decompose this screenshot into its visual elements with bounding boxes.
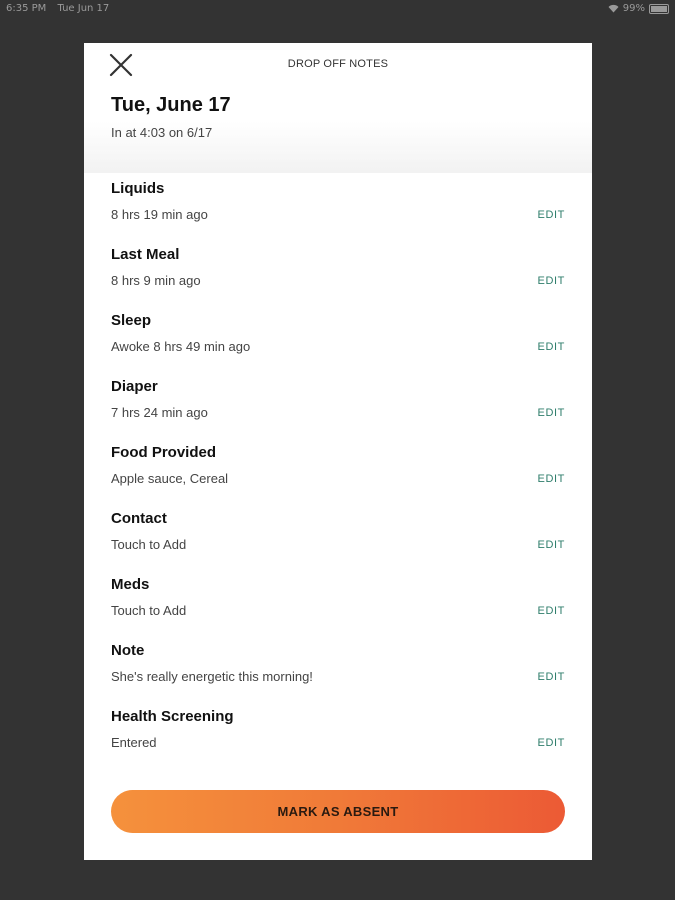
edit-button[interactable]: EDIT: [538, 473, 565, 485]
wifi-icon: [608, 4, 619, 13]
modal-title: DROP OFF NOTES: [287, 58, 389, 70]
modal-header: DROP OFF NOTES Tue, June 17 In at 4:03 o…: [84, 43, 592, 173]
row-value: Awoke 8 hrs 49 min ago: [111, 339, 251, 354]
row-title: Meds: [111, 576, 150, 593]
row-title: Note: [111, 642, 145, 659]
row-value: 8 hrs 19 min ago: [111, 207, 208, 222]
date-heading: Tue, June 17: [111, 94, 231, 116]
edit-button[interactable]: EDIT: [538, 341, 565, 353]
row-value: She's really energetic this morning!: [111, 669, 313, 684]
status-date: Tue Jun 17: [57, 3, 110, 14]
checkin-time: In at 4:03 on 6/17: [111, 125, 213, 140]
edit-button[interactable]: EDIT: [538, 407, 565, 419]
row-title: Contact: [111, 510, 167, 527]
row-value: 7 hrs 24 min ago: [111, 405, 208, 420]
row-value: Entered: [111, 735, 157, 750]
status-bar: 6:35 PM Tue Jun 17 99%: [0, 0, 675, 18]
battery-percent: 99%: [622, 3, 645, 14]
row-title: Health Screening: [111, 708, 234, 725]
row-title: Food Provided: [111, 444, 216, 461]
row-value: 8 hrs 9 min ago: [111, 273, 201, 288]
row-liquids[interactable]: Liquids 8 hrs 19 min ago EDIT: [111, 180, 565, 246]
row-meds[interactable]: Meds Touch to Add EDIT: [111, 576, 565, 642]
mark-as-absent-button[interactable]: MARK AS ABSENT: [111, 790, 565, 833]
status-right: 99%: [608, 3, 669, 14]
edit-button[interactable]: EDIT: [538, 737, 565, 749]
row-title: Diaper: [111, 378, 158, 395]
row-contact[interactable]: Contact Touch to Add EDIT: [111, 510, 565, 576]
edit-button[interactable]: EDIT: [538, 539, 565, 551]
edit-button[interactable]: EDIT: [538, 605, 565, 617]
status-time: 6:35 PM: [6, 3, 47, 14]
edit-button[interactable]: EDIT: [538, 209, 565, 221]
row-value: Touch to Add: [111, 537, 187, 552]
row-value: Apple sauce, Cereal: [111, 471, 229, 486]
row-note[interactable]: Note She's really energetic this morning…: [111, 642, 565, 708]
edit-button[interactable]: EDIT: [538, 275, 565, 287]
row-food-provided[interactable]: Food Provided Apple sauce, Cereal EDIT: [111, 444, 565, 510]
edit-button[interactable]: EDIT: [538, 671, 565, 683]
row-title: Sleep: [111, 312, 152, 329]
row-sleep[interactable]: Sleep Awoke 8 hrs 49 min ago EDIT: [111, 312, 565, 378]
row-title: Last Meal: [111, 246, 180, 263]
notes-list: Liquids 8 hrs 19 min ago EDIT Last Meal …: [111, 180, 565, 774]
status-left: 6:35 PM Tue Jun 17: [6, 3, 117, 14]
battery-icon: [649, 3, 669, 14]
row-health-screening[interactable]: Health Screening Entered EDIT: [111, 708, 565, 774]
drop-off-notes-modal: DROP OFF NOTES Tue, June 17 In at 4:03 o…: [84, 43, 592, 860]
row-diaper[interactable]: Diaper 7 hrs 24 min ago EDIT: [111, 378, 565, 444]
row-title: Liquids: [111, 180, 165, 197]
row-last-meal[interactable]: Last Meal 8 hrs 9 min ago EDIT: [111, 246, 565, 312]
row-value: Touch to Add: [111, 603, 187, 618]
